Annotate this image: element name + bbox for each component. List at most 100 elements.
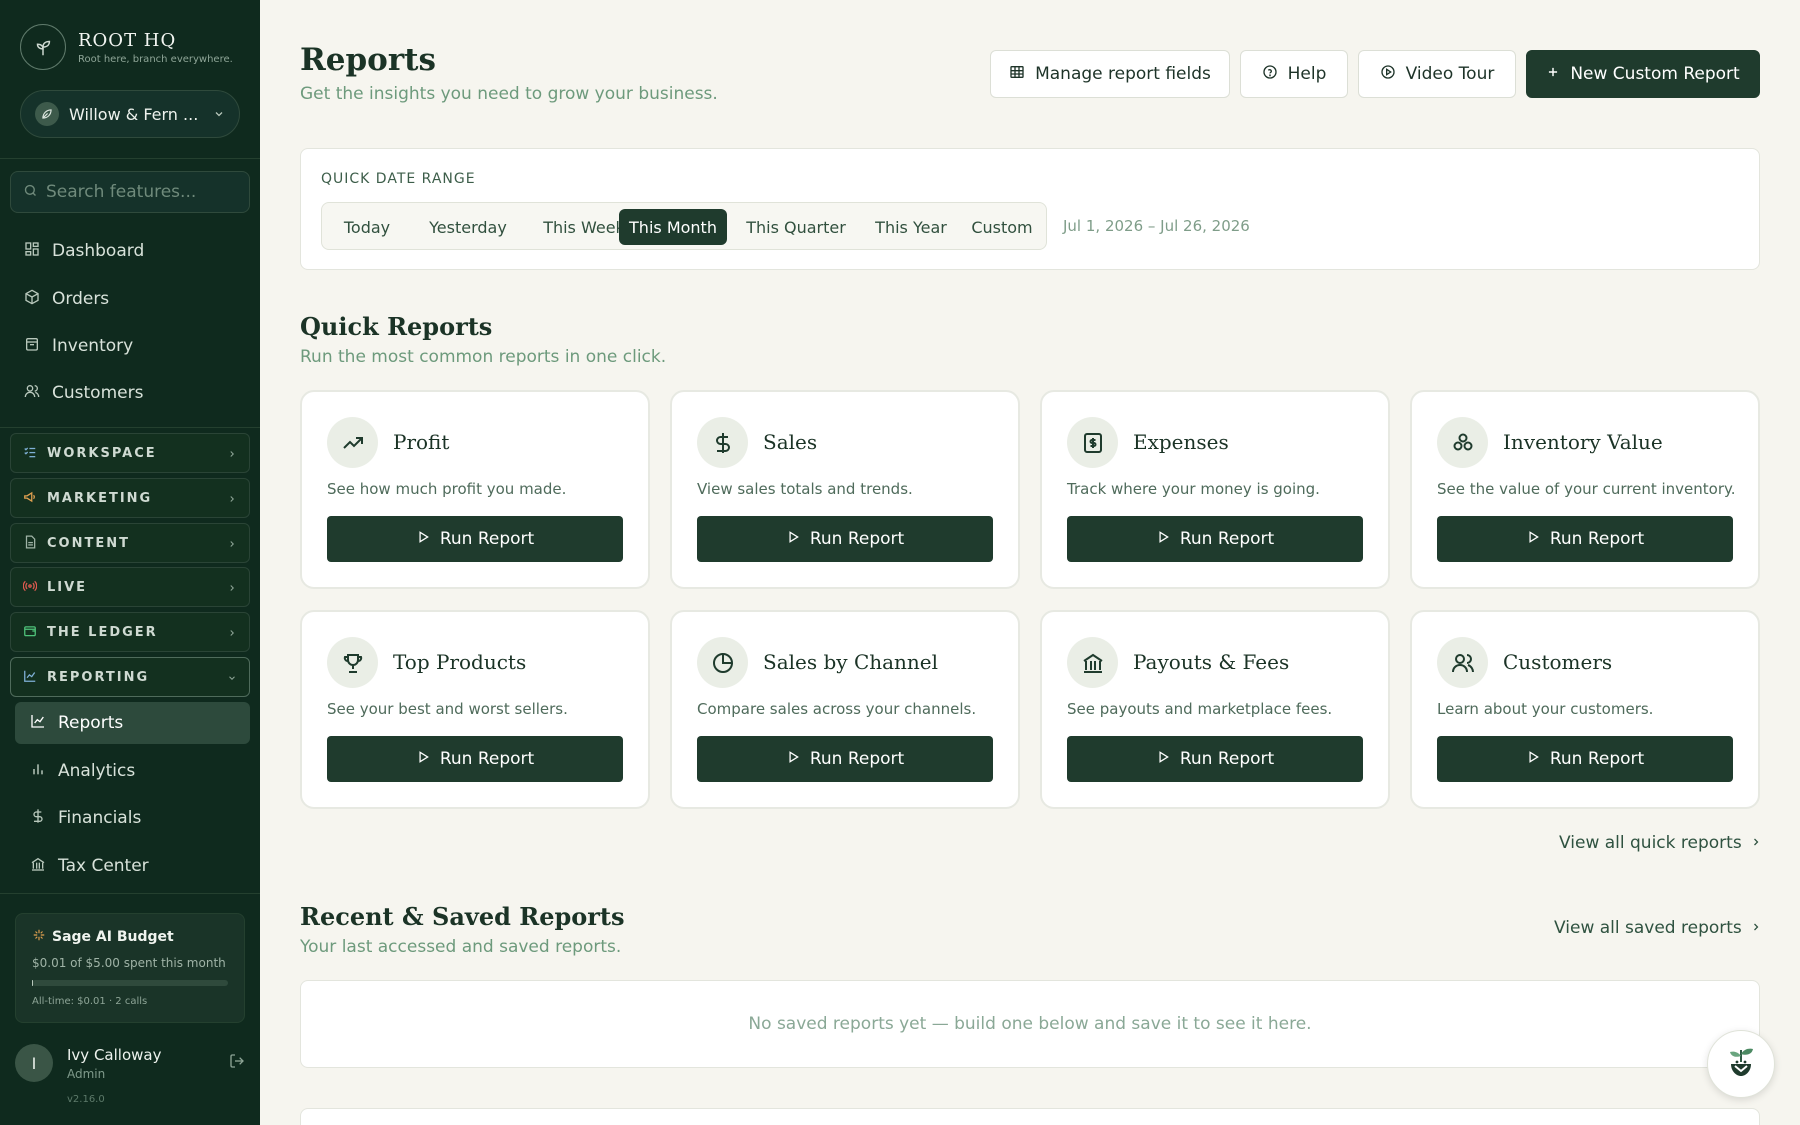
- sidebar-item-dashboard[interactable]: Dashboard: [24, 236, 144, 266]
- pie-chart-icon: [697, 637, 748, 688]
- report-card-inventory-value: Inventory Value See the value of your cu…: [1410, 390, 1760, 589]
- card-title: Profit: [393, 430, 450, 454]
- sidebar-group-live[interactable]: LIVE: [10, 567, 250, 607]
- dollar-icon: [697, 417, 748, 468]
- bag-icon: [24, 336, 40, 356]
- report-builder-card: [300, 1108, 1760, 1125]
- date-option-yesterday[interactable]: Yesterday: [410, 209, 526, 245]
- run-report-label: Run Report: [1179, 529, 1275, 549]
- run-report-button[interactable]: Run Report: [327, 516, 623, 562]
- play-icon: [786, 529, 800, 549]
- sidebar-item-analytics[interactable]: Analytics: [15, 750, 250, 792]
- report-card-payouts-fees: Payouts & Fees See payouts and marketpla…: [1040, 610, 1390, 809]
- run-report-button[interactable]: Run Report: [697, 736, 993, 782]
- new-custom-report-button[interactable]: New Custom Report: [1526, 50, 1760, 98]
- brand[interactable]: ROOT HQ Root here, branch everywhere.: [20, 24, 233, 70]
- chevron-right-icon: [227, 444, 237, 463]
- sidebar-item-financials[interactable]: Financials: [15, 797, 250, 839]
- receipt-icon: [1067, 417, 1118, 468]
- store-switcher[interactable]: Willow & Fern ...: [20, 90, 240, 138]
- sidebar-item-orders[interactable]: Orders: [24, 284, 109, 314]
- ai-assistant-button[interactable]: [1707, 1030, 1775, 1098]
- run-report-button[interactable]: Run Report: [1067, 516, 1363, 562]
- sidebar-item-tax-center[interactable]: Tax Center: [15, 845, 250, 887]
- dollar-icon: [30, 808, 46, 828]
- chevron-right-icon: [227, 534, 237, 553]
- card-title: Inventory Value: [1503, 430, 1663, 454]
- brand-name: ROOT HQ: [78, 29, 177, 51]
- group-label: LIVE: [47, 579, 88, 595]
- card-description: See your best and worst sellers.: [327, 700, 568, 718]
- card-description: Compare sales across your channels.: [697, 700, 977, 718]
- user-name: Ivy Calloway: [67, 1045, 162, 1064]
- table-icon: [1009, 64, 1025, 85]
- sidebar-item-label: Analytics: [58, 761, 136, 781]
- feature-search-input[interactable]: Search features...: [10, 171, 250, 213]
- sidebar-group-content[interactable]: CONTENT: [10, 523, 250, 563]
- chevron-down-icon: [213, 105, 225, 124]
- sidebar-group-reporting[interactable]: REPORTING: [10, 657, 250, 697]
- line-chart-icon: [30, 713, 46, 733]
- date-option-this-year[interactable]: This Year: [865, 209, 957, 245]
- sidebar-item-inventory[interactable]: Inventory: [24, 331, 133, 361]
- run-report-button[interactable]: Run Report: [697, 516, 993, 562]
- date-option-today[interactable]: Today: [328, 209, 406, 245]
- trending-up-icon: [327, 417, 378, 468]
- bank-icon: [30, 856, 46, 876]
- view-all-saved-reports-link[interactable]: View all saved reports: [1554, 918, 1762, 938]
- sidebar-group-the-ledger[interactable]: THE LEDGER: [10, 612, 250, 652]
- report-card-customers: Customers Learn about your customers. Ru…: [1410, 610, 1760, 809]
- logout-icon[interactable]: [229, 1053, 245, 1073]
- date-option-this-month[interactable]: This Month: [619, 209, 727, 245]
- card-description: See payouts and marketplace fees.: [1067, 700, 1333, 718]
- card-title: Top Products: [393, 650, 527, 674]
- chevron-down-icon: [227, 668, 237, 687]
- help-circle-icon: [1262, 64, 1278, 85]
- sidebar-item-label: Tax Center: [58, 856, 149, 876]
- run-report-label: Run Report: [439, 529, 535, 549]
- date-option-custom[interactable]: Custom: [961, 209, 1043, 245]
- user-profile[interactable]: I Ivy Calloway Admin: [15, 1043, 245, 1083]
- document-icon: [23, 534, 37, 553]
- manage-report-fields-label: Manage report fields: [1035, 64, 1211, 84]
- run-report-label: Run Report: [1179, 749, 1275, 769]
- users-icon: [1437, 637, 1488, 688]
- manage-report-fields-button[interactable]: Manage report fields: [990, 50, 1230, 98]
- sidebar-item-customers[interactable]: Customers: [24, 378, 143, 408]
- run-report-button[interactable]: Run Report: [1067, 736, 1363, 782]
- chevron-right-icon: [227, 578, 237, 597]
- help-button[interactable]: Help: [1240, 50, 1348, 98]
- date-range-segmented-control: Today Yesterday This Week This Month Thi…: [321, 202, 1047, 250]
- card-title: Sales by Channel: [763, 650, 939, 674]
- search-icon: [23, 183, 38, 202]
- run-report-label: Run Report: [809, 529, 905, 549]
- main-content: Reports Get the insights you need to gro…: [260, 0, 1800, 1125]
- sidebar: ROOT HQ Root here, branch everywhere. Wi…: [0, 0, 260, 1125]
- empty-state-text: No saved reports yet — build one below a…: [748, 1014, 1312, 1034]
- store-name: Willow & Fern ...: [69, 104, 199, 124]
- video-tour-button[interactable]: Video Tour: [1358, 50, 1516, 98]
- card-description: View sales totals and trends.: [697, 480, 913, 498]
- group-label: CONTENT: [47, 535, 130, 551]
- card-description: See how much profit you made.: [327, 480, 567, 498]
- run-report-button[interactable]: Run Report: [1437, 516, 1733, 562]
- chevron-right-icon: [1750, 918, 1762, 938]
- run-report-button[interactable]: Run Report: [327, 736, 623, 782]
- date-option-this-quarter[interactable]: This Quarter: [731, 209, 861, 245]
- leaf-icon: [35, 102, 59, 126]
- sidebar-group-marketing[interactable]: MARKETING: [10, 478, 250, 518]
- saved-reports-subtitle: Your last accessed and saved reports.: [300, 937, 622, 957]
- sidebar-item-reports[interactable]: Reports: [15, 702, 250, 744]
- sidebar-group-workspace[interactable]: WORKSPACE: [10, 433, 250, 473]
- avatar: I: [15, 1044, 53, 1082]
- megaphone-icon: [23, 489, 37, 508]
- app-version: v2.16.0: [67, 1094, 105, 1105]
- quick-reports-title: Quick Reports: [300, 312, 493, 341]
- view-all-quick-reports-link[interactable]: View all quick reports: [1559, 833, 1762, 853]
- group-label: THE LEDGER: [47, 624, 158, 640]
- user-role: Admin: [67, 1066, 106, 1081]
- run-report-button[interactable]: Run Report: [1437, 736, 1733, 782]
- play-circle-icon: [1380, 64, 1396, 85]
- video-tour-label: Video Tour: [1405, 64, 1495, 84]
- play-icon: [416, 749, 430, 769]
